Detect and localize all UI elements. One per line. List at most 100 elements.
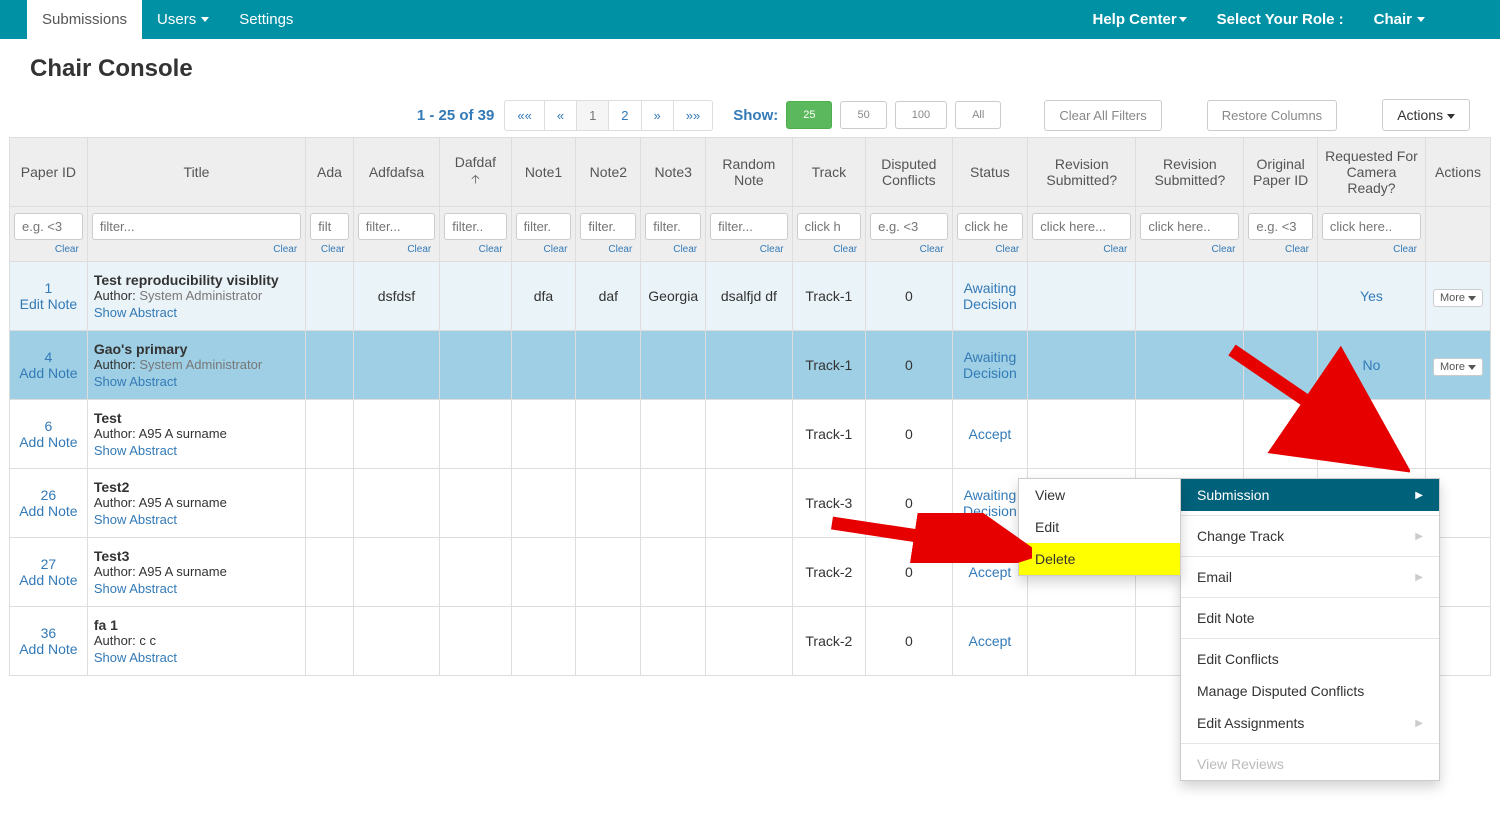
- header-paper-id[interactable]: Paper ID: [10, 138, 88, 207]
- filter-status[interactable]: [957, 213, 1024, 240]
- menu-view-reviews[interactable]: View Reviews: [1181, 748, 1439, 780]
- show-all[interactable]: All: [955, 101, 1001, 129]
- clear-filter[interactable]: Clear: [1140, 244, 1239, 255]
- filter-rev1[interactable]: [1032, 213, 1131, 240]
- status-link[interactable]: Awaiting Decision: [963, 280, 1017, 312]
- header-title[interactable]: Title: [87, 138, 305, 207]
- more-button[interactable]: More: [1433, 358, 1483, 376]
- show-abstract-link[interactable]: Show Abstract: [94, 305, 177, 320]
- header-camera-ready[interactable]: Requested For Camera Ready?: [1317, 138, 1425, 207]
- clear-filter[interactable]: Clear: [1322, 244, 1421, 255]
- note-action-link[interactable]: Edit Note: [16, 296, 81, 312]
- paper-id-link[interactable]: 1: [16, 280, 81, 296]
- nav-submissions[interactable]: Submissions: [27, 0, 142, 39]
- menu-edit-note[interactable]: Edit Note: [1181, 602, 1439, 634]
- status-link[interactable]: Awaiting Decision: [963, 349, 1017, 381]
- table-row[interactable]: 6Add Note Test Author: A95 A surname Sho…: [10, 400, 1491, 469]
- header-dafdaf[interactable]: Dafdaf🡡: [440, 138, 511, 207]
- note-action-link[interactable]: Add Note: [16, 503, 81, 519]
- header-note1[interactable]: Note1: [511, 138, 576, 207]
- header-note2[interactable]: Note2: [576, 138, 641, 207]
- submenu-delete[interactable]: Delete: [1019, 543, 1180, 575]
- note-action-link[interactable]: Add Note: [16, 641, 81, 657]
- pager-last[interactable]: »»: [674, 101, 712, 130]
- pager-page-1[interactable]: 1: [577, 101, 609, 130]
- nav-settings[interactable]: Settings: [224, 0, 308, 39]
- header-revision-2[interactable]: Revision Submitted?: [1136, 138, 1244, 207]
- clear-filter[interactable]: Clear: [580, 244, 636, 255]
- table-row[interactable]: 1Edit Note Test reproducibility visiblit…: [10, 262, 1491, 331]
- menu-submission[interactable]: Submission▶: [1181, 479, 1439, 511]
- paper-id-link[interactable]: 4: [16, 349, 81, 365]
- header-status[interactable]: Status: [952, 138, 1028, 207]
- clear-all-filters-button[interactable]: Clear All Filters: [1044, 100, 1161, 131]
- filter-random[interactable]: [710, 213, 787, 240]
- clear-filter[interactable]: Clear: [92, 244, 301, 255]
- note-action-link[interactable]: Add Note: [16, 365, 81, 381]
- more-button[interactable]: More: [1433, 289, 1483, 307]
- nav-role-select[interactable]: Chair: [1359, 0, 1440, 39]
- restore-columns-button[interactable]: Restore Columns: [1207, 100, 1337, 131]
- show-abstract-link[interactable]: Show Abstract: [94, 581, 177, 596]
- show-abstract-link[interactable]: Show Abstract: [94, 650, 177, 665]
- note-action-link[interactable]: Add Note: [16, 572, 81, 588]
- nav-users[interactable]: Users: [142, 0, 224, 39]
- menu-manage-disputed[interactable]: Manage Disputed Conflicts: [1181, 675, 1439, 707]
- filter-id[interactable]: [14, 213, 83, 240]
- filter-track[interactable]: [797, 213, 862, 240]
- menu-email[interactable]: Email▶: [1181, 561, 1439, 593]
- clear-filter[interactable]: Clear: [310, 244, 349, 255]
- status-link[interactable]: Accept: [969, 426, 1012, 442]
- nav-help[interactable]: Help Center: [1077, 0, 1201, 39]
- clear-filter[interactable]: Clear: [957, 244, 1024, 255]
- submenu-view[interactable]: View: [1019, 479, 1180, 511]
- filter-camera[interactable]: [1322, 213, 1421, 240]
- clear-filter[interactable]: Clear: [14, 244, 83, 255]
- filter-title[interactable]: [92, 213, 301, 240]
- header-disputed[interactable]: Disputed Conflicts: [866, 138, 952, 207]
- header-revision-1[interactable]: Revision Submitted?: [1028, 138, 1136, 207]
- filter-note2[interactable]: [580, 213, 636, 240]
- pager-next[interactable]: »: [642, 101, 674, 130]
- clear-filter[interactable]: Clear: [797, 244, 862, 255]
- paper-id-link[interactable]: 27: [16, 556, 81, 572]
- filter-orig[interactable]: [1248, 213, 1313, 240]
- header-note3[interactable]: Note3: [641, 138, 706, 207]
- show-abstract-link[interactable]: Show Abstract: [94, 443, 177, 458]
- clear-filter[interactable]: Clear: [444, 244, 506, 255]
- show-25[interactable]: 25: [786, 101, 832, 129]
- header-track[interactable]: Track: [792, 138, 866, 207]
- table-row[interactable]: 4Add Note Gao's primary Author: System A…: [10, 331, 1491, 400]
- clear-filter[interactable]: Clear: [870, 244, 947, 255]
- paper-id-link[interactable]: 26: [16, 487, 81, 503]
- filter-rev2[interactable]: [1140, 213, 1239, 240]
- status-link[interactable]: Awaiting Decision: [963, 487, 1017, 519]
- filter-adf[interactable]: [358, 213, 435, 240]
- pager-first[interactable]: ««: [505, 101, 544, 130]
- submenu-edit[interactable]: Edit: [1019, 511, 1180, 543]
- camera-link[interactable]: Yes: [1360, 288, 1383, 304]
- paper-id-link[interactable]: 6: [16, 418, 81, 434]
- filter-note3[interactable]: [645, 213, 701, 240]
- menu-change-track[interactable]: Change Track▶: [1181, 520, 1439, 552]
- show-100[interactable]: 100: [895, 101, 947, 129]
- menu-edit-conflicts[interactable]: Edit Conflicts: [1181, 643, 1439, 675]
- clear-filter[interactable]: Clear: [516, 244, 572, 255]
- show-50[interactable]: 50: [840, 101, 886, 129]
- header-adf[interactable]: Adfdafsa: [353, 138, 439, 207]
- pager-page-2[interactable]: 2: [609, 101, 641, 130]
- paper-id-link[interactable]: 36: [16, 625, 81, 641]
- filter-ada[interactable]: [310, 213, 349, 240]
- clear-filter[interactable]: Clear: [358, 244, 435, 255]
- camera-link[interactable]: No: [1363, 357, 1381, 373]
- note-action-link[interactable]: Add Note: [16, 434, 81, 450]
- filter-daf[interactable]: [444, 213, 506, 240]
- pager-prev[interactable]: «: [545, 101, 577, 130]
- menu-edit-assignments[interactable]: Edit Assignments▶: [1181, 707, 1439, 739]
- clear-filter[interactable]: Clear: [710, 244, 787, 255]
- header-orig-id[interactable]: Original Paper ID: [1244, 138, 1318, 207]
- header-ada[interactable]: Ada: [306, 138, 354, 207]
- clear-filter[interactable]: Clear: [645, 244, 701, 255]
- status-link[interactable]: Accept: [969, 633, 1012, 649]
- show-abstract-link[interactable]: Show Abstract: [94, 512, 177, 527]
